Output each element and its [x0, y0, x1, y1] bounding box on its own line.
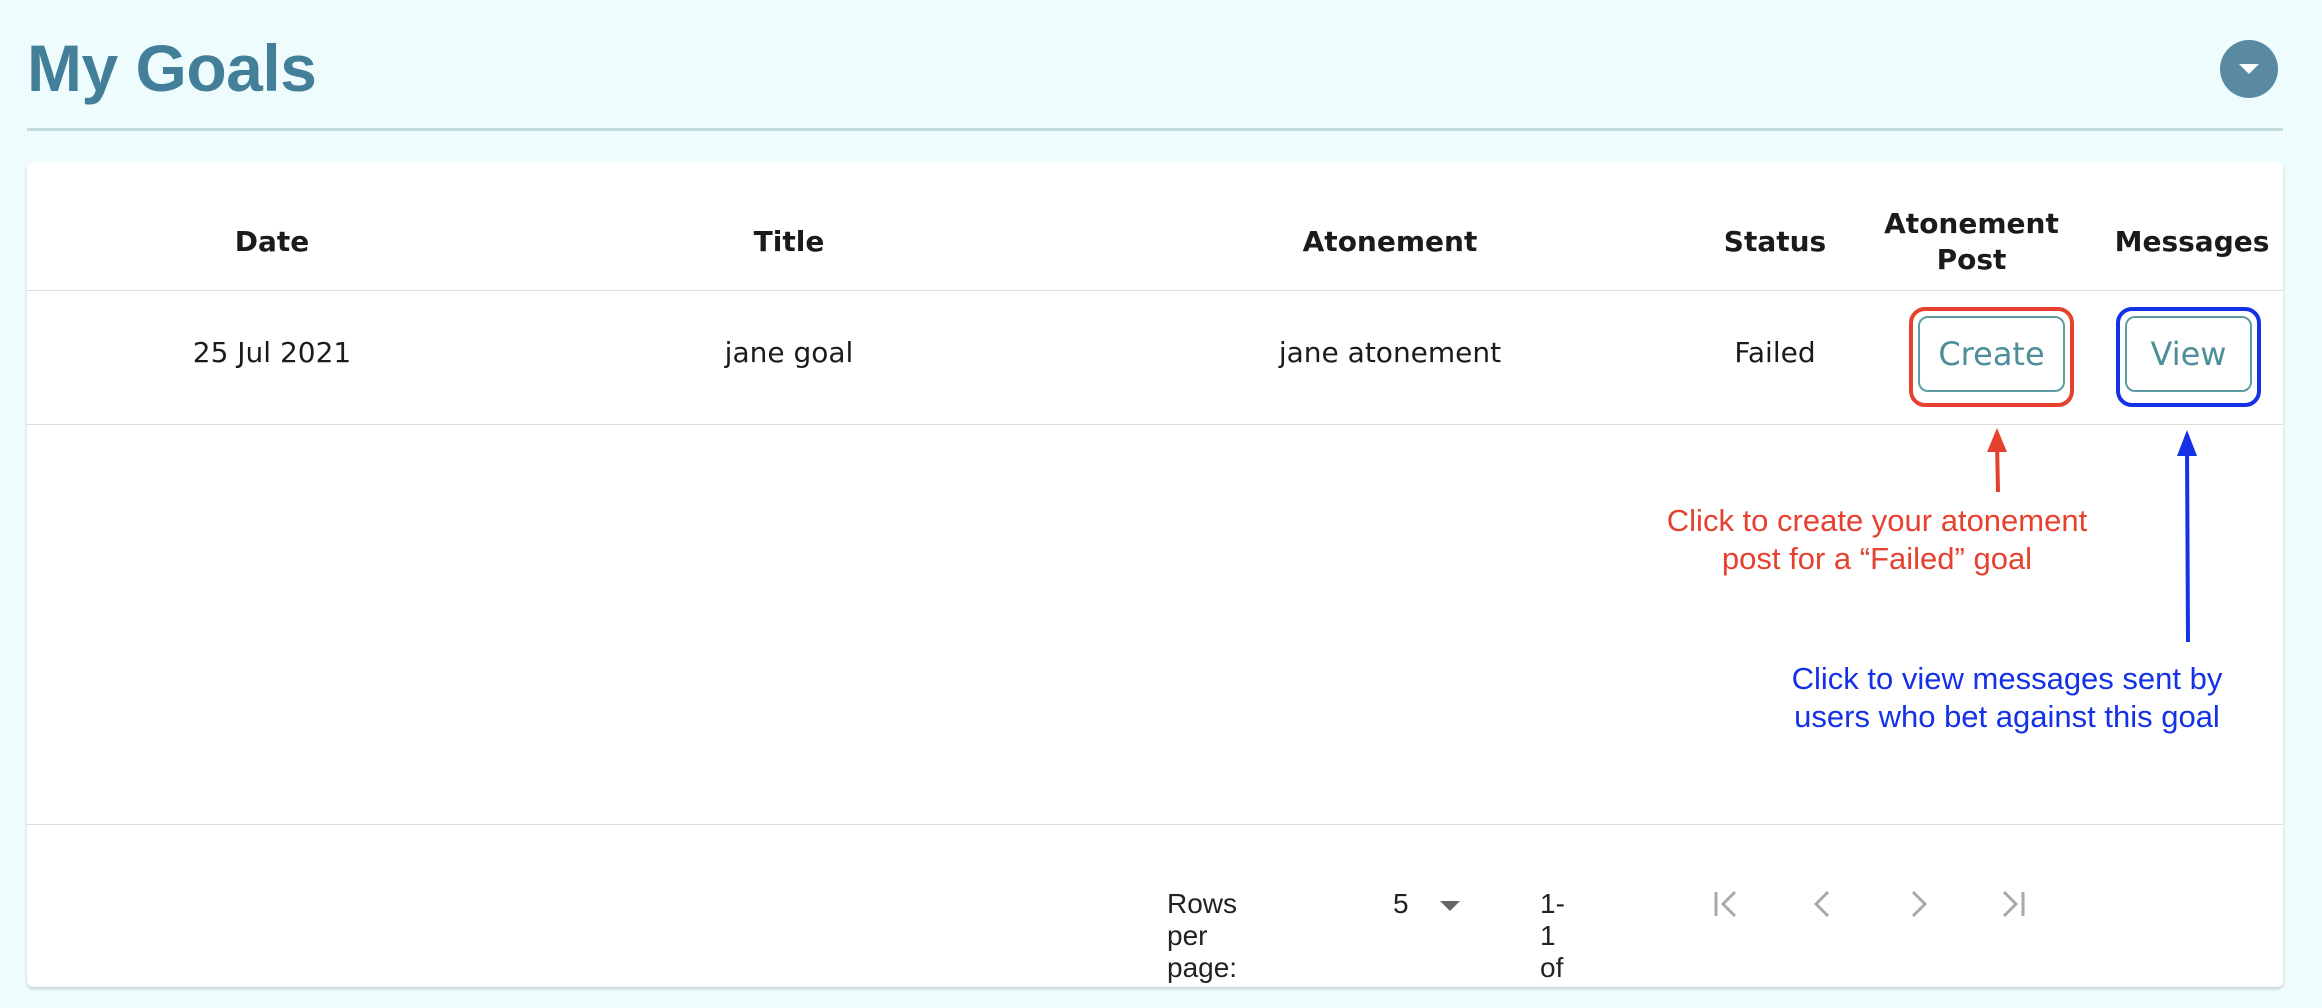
goals-table-card: Date Title Atonement Status Atonement Po… — [27, 162, 2283, 987]
page-title: My Goals — [27, 31, 317, 105]
title-divider — [27, 128, 2283, 131]
page: My Goals Date Title Atonement Status Ato… — [0, 0, 2322, 1008]
view-annotation-line2: users who bet against this goal — [1794, 699, 2220, 734]
create-annotation-line1: Click to create your atonement — [1666, 503, 2088, 538]
create-arrow-head — [1987, 428, 2007, 452]
menu-toggle-button[interactable] — [2220, 40, 2278, 98]
chevron-down-icon — [2239, 64, 2259, 74]
create-annotation-line2: post for a “Failed” goal — [1721, 541, 2033, 576]
view-annotation-arrow — [2185, 443, 2190, 643]
view-annotation-text: Click to view messages sent by users who… — [1747, 660, 2267, 736]
view-arrow-head — [2177, 430, 2197, 456]
create-annotation-text: Click to create your atonement post for … — [1607, 502, 2147, 578]
view-annotation-line1: Click to view messages sent by — [1791, 661, 2223, 696]
